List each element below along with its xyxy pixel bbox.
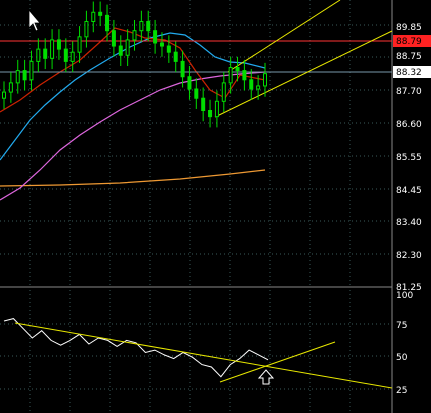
chart-background bbox=[0, 0, 431, 413]
candle-body bbox=[146, 20, 151, 32]
candle-body bbox=[132, 30, 137, 41]
candle-body bbox=[180, 60, 185, 78]
price-label-89-85: 89.85 bbox=[396, 23, 422, 33]
candle-body bbox=[159, 42, 164, 47]
candle-body bbox=[77, 36, 82, 53]
candle-body bbox=[105, 14, 110, 32]
price-chart[interactable]: 89.85 88.75 87.70 86.60 85.55 84.45 83.4… bbox=[0, 0, 431, 413]
price-label-83-40: 83.40 bbox=[396, 218, 422, 228]
candle-body bbox=[111, 30, 116, 47]
candle-body bbox=[8, 82, 13, 93]
price-label-84-45: 84.45 bbox=[396, 186, 422, 196]
candle-body bbox=[242, 70, 247, 81]
osc-label-100: 100 bbox=[396, 291, 413, 301]
candle-body bbox=[214, 100, 219, 118]
candle-body bbox=[166, 45, 171, 53]
price-tag-gray-text: 88.32 bbox=[396, 68, 422, 78]
price-label-82-30: 82.30 bbox=[396, 251, 422, 261]
candle-body bbox=[125, 39, 130, 56]
candle-body bbox=[43, 48, 48, 59]
candle-body bbox=[153, 30, 158, 44]
price-label-86-60: 86.60 bbox=[396, 120, 422, 130]
candle-body bbox=[139, 20, 144, 32]
candle-body bbox=[256, 85, 261, 90]
osc-label-25: 25 bbox=[396, 386, 407, 396]
candle-body bbox=[15, 70, 20, 84]
candle-body bbox=[208, 110, 213, 118]
price-label-85-55: 85.55 bbox=[396, 153, 422, 163]
candle-body bbox=[36, 48, 41, 62]
candle-body bbox=[221, 82, 226, 102]
candle-body bbox=[201, 97, 206, 112]
candle-body bbox=[118, 45, 123, 56]
candle-body bbox=[187, 76, 192, 90]
price-tag-red-text: 88.79 bbox=[396, 37, 422, 47]
price-label-87-70: 87.70 bbox=[396, 87, 422, 97]
candle-body bbox=[263, 73, 267, 87]
candle-body bbox=[50, 39, 55, 59]
candle-body bbox=[70, 51, 75, 62]
candle-body bbox=[91, 11, 96, 22]
candle-body bbox=[235, 67, 240, 72]
candle-body bbox=[228, 67, 233, 84]
candle-body bbox=[56, 39, 61, 50]
candle-body bbox=[194, 88, 199, 99]
osc-label-75: 75 bbox=[396, 321, 407, 331]
price-label-88-75: 88.75 bbox=[396, 52, 422, 62]
osc-label-50: 50 bbox=[396, 353, 408, 363]
candle-body bbox=[249, 79, 254, 90]
candle-body bbox=[22, 70, 27, 81]
candle-body bbox=[84, 20, 89, 38]
candle-body bbox=[63, 48, 68, 62]
candle-body bbox=[98, 11, 103, 16]
candle-body bbox=[173, 51, 178, 62]
candle-body bbox=[2, 91, 6, 99]
candle-body bbox=[29, 60, 34, 81]
